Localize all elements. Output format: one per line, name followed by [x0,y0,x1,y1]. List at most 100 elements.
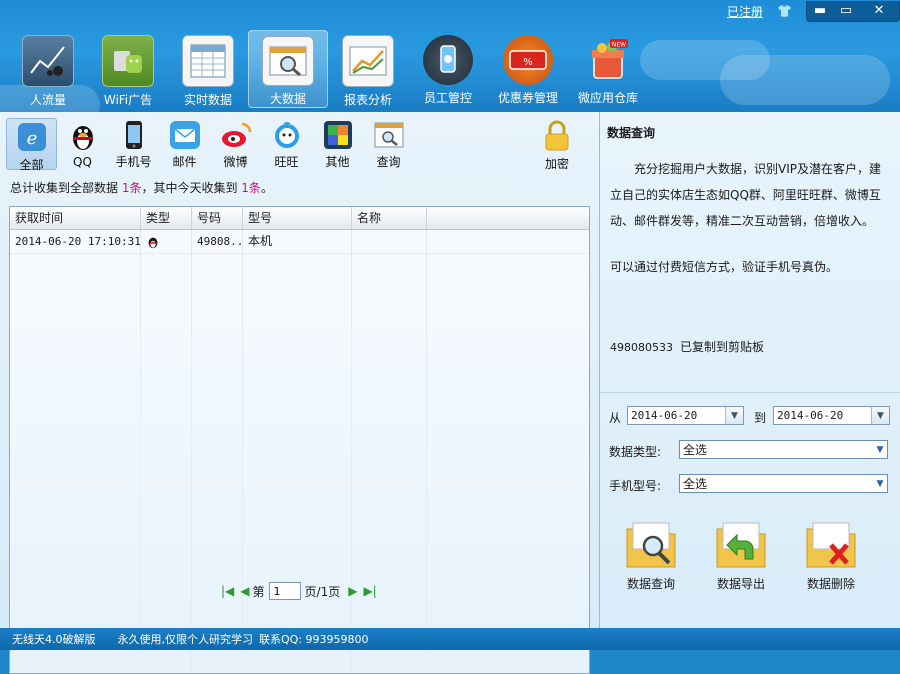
copied-message: 已复制到剪贴板 [680,340,765,354]
cell-name [352,230,427,253]
all-ie-icon: e [16,121,48,153]
cell-model: 本机 [243,230,352,253]
folder-delete-icon [806,522,856,568]
svg-text:%: % [523,57,533,68]
summary-middle: ，其中今天收集到 [141,181,242,195]
coupon-icon: % [503,35,553,85]
nav-item-staff-control[interactable]: 员工管控 [408,30,488,108]
nav-item-wifi-ads[interactable]: WiFi广告 [88,30,168,108]
nav-label: 微应用仓库 [577,91,638,105]
panel-title: 数据查询 [607,126,656,140]
column-header-model[interactable]: 型号 [243,207,352,229]
tab-other[interactable]: 其他 [312,118,363,170]
to-label: 到 [754,411,767,425]
chevron-down-icon[interactable]: ▼ [725,407,743,424]
tab-label: 手机号 [115,155,152,169]
column-header-name[interactable]: 名称 [352,207,427,229]
column-header-number[interactable]: 号码 [192,207,243,229]
svg-text:NEW: NEW [612,42,626,49]
column-header-time[interactable]: 获取时间 [10,207,141,229]
action-label: 数据删除 [806,577,855,591]
summary-today: 1条 [241,181,261,195]
cell-number: 49808... [192,230,243,253]
nav-label: 实时数据 [183,93,232,107]
clipboard-status: 498080533 已复制到剪贴板 [610,338,764,355]
summary-suffix: 。 [260,181,273,195]
last-page-icon[interactable]: ▶| [363,584,376,598]
folder-search-icon [626,522,676,568]
page-number-input[interactable] [268,582,301,600]
from-date-picker[interactable]: 2014-06-20 ▼ [627,406,744,425]
data-type-select[interactable]: 全选 ▼ [679,440,888,459]
query-panel: 数据查询 充分挖掘用户大数据，识别VIP及潜在客户，建立自己的实体店生态如QQ群… [600,112,900,628]
encrypt-label: 加密 [544,157,569,171]
nav-label: 人流量 [29,93,66,107]
report-chart-icon [342,35,394,87]
data-export-button[interactable]: 数据导出 [709,519,773,595]
skin-shirt-icon[interactable]: 👕 [777,4,792,18]
next-page-icon[interactable]: ▶ [348,584,357,598]
phone-model-value: 全选 [683,477,708,491]
chevron-down-icon[interactable]: ▼ [871,407,889,424]
nav-label: 员工管控 [423,91,472,105]
table-row[interactable]: 2014-06-20 17:10:31 49808... 本机 [10,230,589,254]
mobile-phone-icon [118,120,150,150]
nav-item-app-store[interactable]: NEW 微应用仓库 [568,30,648,108]
app-store-gift-icon: NEW [583,35,633,85]
maximize-icon[interactable]: ▭ [833,1,859,21]
to-date-picker[interactable]: 2014-06-20 ▼ [773,406,890,425]
query-magnifier-icon [373,120,405,150]
from-date-value: 2014-06-20 [631,409,698,422]
data-query-button[interactable]: 数据查询 [619,519,683,595]
contact-text: 联系QQ: 993959800 [259,633,369,646]
data-delete-button[interactable]: 数据删除 [799,519,863,595]
prev-page-icon[interactable]: ◀ [240,584,249,598]
nav-label: 优惠券管理 [497,91,558,105]
tab-email[interactable]: 邮件 [159,118,210,170]
page-suffix: 页/1页 [304,584,341,599]
nav-item-realtime-data[interactable]: 实时数据 [168,30,248,108]
page-prefix: 第 [252,584,265,599]
nav-item-coupon-management[interactable]: % 优惠券管理 [488,30,568,108]
table-header: 获取时间 类型 号码 型号 名称 [10,207,589,230]
tab-label: 全部 [19,158,44,172]
wifi-android-icon [102,35,154,87]
registered-link[interactable]: 已注册 [727,3,763,20]
data-type-value: 全选 [683,443,708,457]
qq-penguin-icon [141,230,192,253]
data-type-label: 数据类型: [609,445,662,459]
nav-item-traffic[interactable]: 人流量 [8,30,88,108]
tab-all[interactable]: e 全部 [6,118,57,172]
pagination: |◀ ◀ 第 页/1页 ▶ ▶| [218,582,380,600]
column-header-type[interactable]: 类型 [141,207,192,229]
main-nav: 人流量 WiFi广告 实时数据 大数据 报表分析 员工管控 % 优惠券管理 NE… [8,30,648,108]
tab-label: QQ [73,155,92,169]
feature-description: 充分挖掘用户大数据，识别VIP及潜在客户，建立自己的实体店生态如QQ群、阿里旺旺… [610,162,881,228]
mail-envelope-icon [169,120,201,150]
nav-label: 大数据 [269,92,306,106]
encrypt-button[interactable]: 加密 [535,118,579,171]
wangwang-icon [271,120,303,150]
close-icon[interactable]: ✕ [859,1,899,21]
nav-item-big-data[interactable]: 大数据 [248,30,328,108]
nav-item-report-analysis[interactable]: 报表分析 [328,30,408,108]
collection-summary: 总计收集到全部数据 1条，其中今天收集到 1条。 [10,179,273,196]
sms-verify-note: 可以通过付费短信方式，验证手机号真伪。 [610,260,839,274]
action-label: 数据查询 [626,577,675,591]
tab-weibo[interactable]: 微博 [210,118,261,170]
tab-query[interactable]: 查询 [363,118,414,170]
tab-wangwang[interactable]: 旺旺 [261,118,312,170]
tab-label: 查询 [376,155,401,169]
phone-model-label: 手机型号: [609,479,662,493]
tab-label: 其他 [325,155,350,169]
chevron-down-icon: ▼ [876,478,884,489]
tab-phone-number[interactable]: 手机号 [108,118,159,170]
action-label: 数据导出 [716,577,765,591]
qq-penguin-icon [67,120,99,152]
tab-qq[interactable]: QQ [57,118,108,170]
first-page-icon[interactable]: |◀ [221,584,234,598]
weibo-icon [220,120,252,150]
magnifier-window-icon [262,36,314,86]
minimize-icon[interactable]: ▬ [807,1,833,21]
phone-model-select[interactable]: 全选 ▼ [679,474,888,493]
